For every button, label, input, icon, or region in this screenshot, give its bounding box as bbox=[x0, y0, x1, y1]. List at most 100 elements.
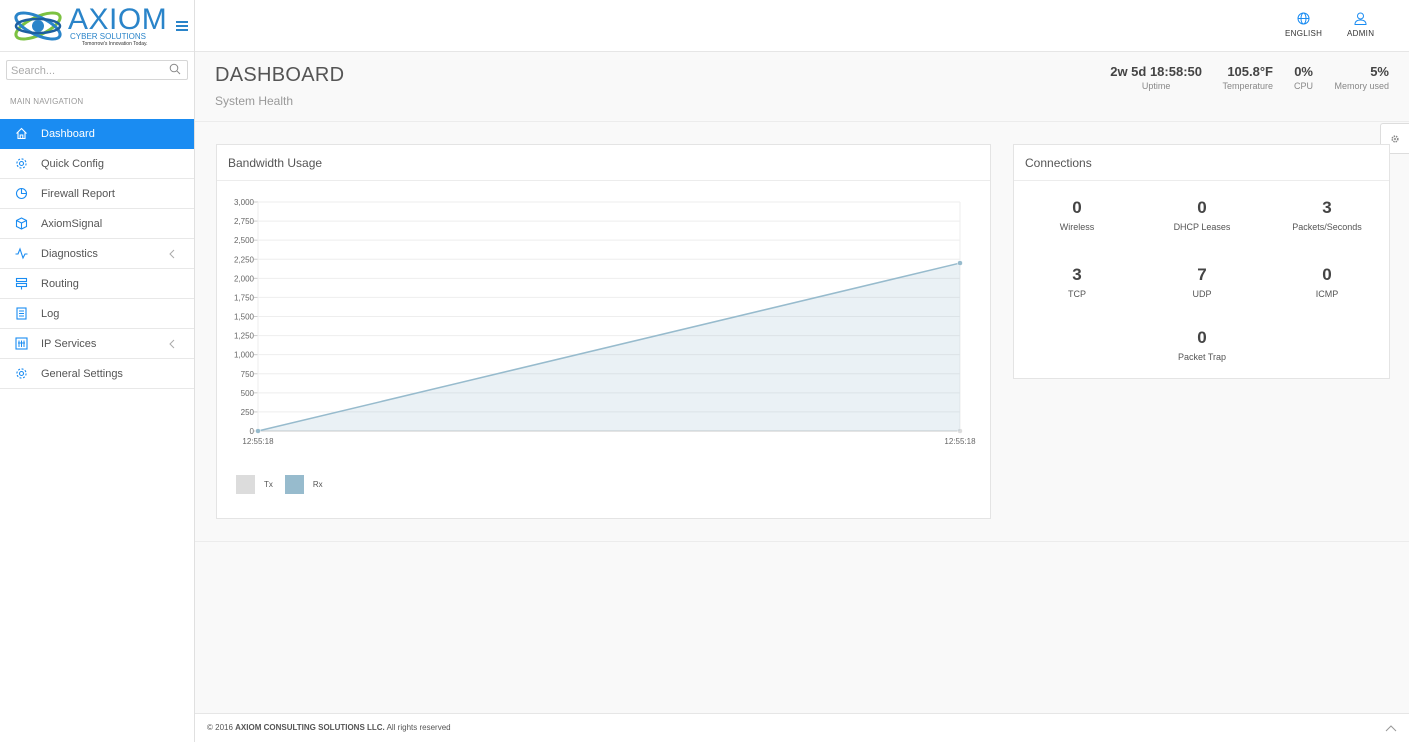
y-tick-label: 1,500 bbox=[234, 313, 255, 322]
sidebar-item-diagnostics[interactable]: Diagnostics bbox=[0, 239, 194, 269]
conn-tcp: 3 TCP bbox=[1017, 265, 1137, 299]
y-tick-label: 1,000 bbox=[234, 351, 255, 360]
uptime-label: Uptime bbox=[1141, 81, 1171, 91]
sidebar-item-axiomsignal[interactable]: AxiomSignal bbox=[0, 209, 194, 239]
chevron-up-icon[interactable] bbox=[1385, 723, 1397, 733]
conn-label: DHCP Leases bbox=[1173, 222, 1231, 232]
footer-company[interactable]: AXIOM CONSULTING SOLUTIONS LLC. bbox=[235, 723, 385, 732]
gear-icon bbox=[1391, 134, 1399, 143]
memory-stat: 5% Memory used bbox=[1334, 64, 1389, 92]
chart-legend: Tx Rx bbox=[236, 475, 335, 494]
x-tick-label: 12:55:18 bbox=[944, 437, 976, 446]
y-tick-label: 2,500 bbox=[234, 236, 255, 245]
temperature-value: 105.8°F bbox=[1227, 64, 1273, 79]
bandwidth-title: Bandwidth Usage bbox=[217, 145, 990, 181]
search-icon[interactable] bbox=[169, 63, 181, 75]
page-subtitle: System Health bbox=[215, 94, 294, 108]
y-tick-label: 750 bbox=[241, 370, 255, 379]
atom-logo-icon bbox=[14, 11, 62, 41]
gear-icon bbox=[14, 157, 28, 171]
brand-tagline: Tomorrow's Innovation Today. bbox=[82, 41, 148, 47]
cpu-value: 0% bbox=[1294, 64, 1313, 79]
conn-label: Packet Trap bbox=[1177, 352, 1227, 362]
connections-title: Connections bbox=[1014, 145, 1389, 181]
y-tick-label: 2,000 bbox=[234, 274, 255, 283]
y-tick-label: 500 bbox=[241, 389, 255, 398]
language-button[interactable]: ENGLISH bbox=[1285, 12, 1322, 38]
home-icon bbox=[14, 127, 28, 141]
conn-value: 0 bbox=[1197, 198, 1207, 217]
uptime-stat: 2w 5d 18:58:50 Uptime bbox=[1110, 64, 1202, 92]
sidebar-item-label: Dashboard bbox=[41, 127, 95, 140]
conn-dhcp-leases: 0 DHCP Leases bbox=[1142, 198, 1262, 232]
footer: © 2016 AXIOM CONSULTING SOLUTIONS LLC. A… bbox=[195, 713, 1409, 742]
conn-label: UDP bbox=[1192, 289, 1212, 299]
legend-label-rx: Rx bbox=[312, 480, 323, 489]
y-tick-label: 1,250 bbox=[234, 332, 255, 341]
sidebar-item-general-settings[interactable]: General Settings bbox=[0, 359, 194, 389]
brand-name: AXIOM bbox=[68, 3, 168, 36]
bandwidth-chart: 0 250 500 750 1,000 1,250 1,500 1,750 2,000 2,250… bbox=[234, 198, 976, 446]
conn-value: 0 bbox=[1072, 198, 1082, 217]
app-root: AXIOM CYBER SOLUTIONS Tomorrow's Innovat… bbox=[0, 0, 1409, 742]
main-nav: Dashboard Quick Config Firewall Report A… bbox=[0, 119, 194, 389]
y-tick-label: 1,750 bbox=[234, 293, 255, 302]
globe-icon bbox=[1297, 12, 1310, 25]
conn-label: ICMP bbox=[1315, 289, 1339, 299]
cube-icon bbox=[14, 217, 28, 231]
bandwidth-panel: Bandwidth Usage 0 250 500 750 1,000 1,250 1,50… bbox=[216, 144, 991, 519]
sidebar-item-label: IP Services bbox=[41, 337, 97, 350]
chevron-left-icon bbox=[169, 339, 175, 349]
sidebar-item-label: Firewall Report bbox=[41, 187, 115, 200]
user-label: ADMIN bbox=[1347, 29, 1375, 38]
conn-packet-trap: 0 Packet Trap bbox=[1142, 328, 1262, 362]
y-tick-label: 250 bbox=[241, 408, 255, 417]
conn-packets-seconds: 3 Packets/Seconds bbox=[1267, 198, 1387, 232]
settings-icon bbox=[14, 367, 28, 381]
sidebar-item-log[interactable]: Log bbox=[0, 299, 194, 329]
conn-label: Wireless bbox=[1059, 222, 1095, 232]
y-tick-label: 0 bbox=[250, 427, 255, 436]
nav-header: MAIN NAVIGATION bbox=[10, 97, 84, 106]
sidebar-item-routing[interactable]: Routing bbox=[0, 269, 194, 299]
y-tick-label: 3,000 bbox=[234, 198, 255, 207]
conn-icmp: 0 ICMP bbox=[1267, 265, 1387, 299]
sidebar-item-firewall-report[interactable]: Firewall Report bbox=[0, 179, 194, 209]
data-point bbox=[255, 428, 261, 434]
uptime-value: 2w 5d 18:58:50 bbox=[1110, 64, 1202, 79]
language-label: ENGLISH bbox=[1285, 29, 1323, 38]
conn-value: 3 bbox=[1322, 198, 1332, 217]
log-icon bbox=[14, 307, 28, 321]
memory-label: Memory used bbox=[1334, 81, 1389, 91]
footer-copyright: © 2016 bbox=[207, 723, 233, 732]
footer-rights: All rights reserved bbox=[386, 723, 451, 732]
legend-swatch-tx bbox=[236, 475, 255, 494]
pie-chart-icon bbox=[14, 187, 28, 201]
pulse-icon bbox=[14, 247, 28, 261]
sidebar-item-quick-config[interactable]: Quick Config bbox=[0, 149, 194, 179]
brand-logo[interactable]: AXIOM CYBER SOLUTIONS Tomorrow's Innovat… bbox=[12, 3, 172, 47]
search-input[interactable] bbox=[7, 62, 157, 80]
sidebar-item-dashboard[interactable]: Dashboard bbox=[0, 119, 194, 149]
conn-value: 3 bbox=[1072, 265, 1082, 284]
topbar: ENGLISH ADMIN bbox=[195, 0, 1409, 52]
sidebar-item-label: Quick Config bbox=[41, 157, 104, 170]
sidebar-item-label: Routing bbox=[41, 277, 79, 290]
conn-udp: 7 UDP bbox=[1142, 265, 1262, 299]
sidebar-item-label: General Settings bbox=[41, 367, 123, 380]
routing-icon bbox=[14, 277, 28, 291]
page-title: DASHBOARD bbox=[215, 64, 345, 86]
legend-label-tx: Tx bbox=[264, 480, 273, 489]
user-icon bbox=[1354, 12, 1367, 25]
sidebar-item-ip-services[interactable]: IP Services bbox=[0, 329, 194, 359]
brand-sub: CYBER SOLUTIONS bbox=[70, 32, 147, 41]
cpu-stat: 0% CPU bbox=[1294, 64, 1313, 92]
conn-value: 7 bbox=[1197, 265, 1207, 284]
connections-panel: Connections 0 Wireless 0 DHCP Leases 3 P… bbox=[1013, 144, 1390, 379]
sidebar-item-label: Diagnostics bbox=[41, 247, 98, 260]
user-menu-button[interactable]: ADMIN bbox=[1347, 12, 1374, 38]
sidebar-item-label: AxiomSignal bbox=[41, 217, 103, 230]
search-box bbox=[6, 60, 188, 80]
ip-services-icon bbox=[14, 337, 28, 351]
sidebar-toggle-icon[interactable] bbox=[176, 21, 188, 33]
